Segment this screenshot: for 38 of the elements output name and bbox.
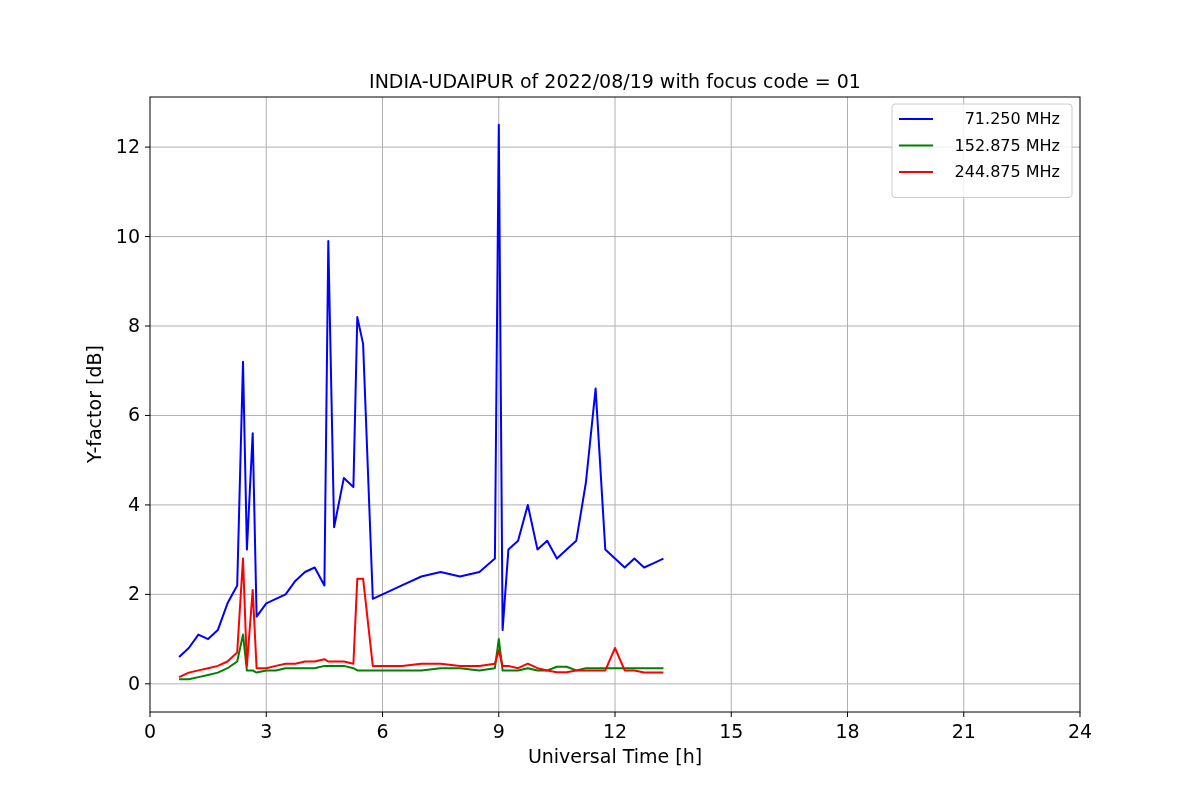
tick-mark (730, 711, 732, 718)
tick-mark (265, 711, 267, 718)
x-axis-label: Universal Time [h] (527, 745, 703, 767)
tick-mark (963, 711, 965, 718)
tick-label: 15 (719, 720, 744, 742)
tick-label: 6 (376, 720, 389, 742)
tick-mark (144, 414, 151, 416)
legend-label: 152.875 MHz (954, 135, 1060, 155)
tick-label: 12 (602, 720, 628, 742)
tick-label: 10 (115, 224, 140, 247)
tick-label: 18 (835, 720, 860, 742)
tick-mark (498, 711, 500, 718)
tick-mark (144, 593, 151, 595)
tick-mark (144, 236, 151, 238)
legend-label: 71.250 MHz (964, 109, 1060, 128)
tick-mark (149, 711, 151, 718)
tick-label: 0 (143, 720, 157, 742)
tick-label: 4 (127, 492, 140, 515)
tick-mark (144, 325, 151, 327)
tick-mark (382, 711, 383, 718)
tick-label: 12 (115, 135, 140, 158)
tick-mark (614, 711, 616, 718)
tick-mark (144, 683, 151, 685)
tick-label: 3 (260, 720, 273, 742)
tick-label: 9 (492, 720, 505, 742)
legend-label: 244.875 MHz (954, 162, 1060, 181)
tick-mark (144, 146, 151, 148)
tick-mark (144, 504, 151, 506)
tick-label: 6 (127, 403, 140, 426)
tick-mark (847, 711, 848, 718)
tick-mark (1079, 711, 1081, 718)
tick-label: 0 (127, 671, 140, 694)
tick-label: 21 (951, 720, 976, 742)
tick-label: 2 (127, 582, 140, 605)
y-axis-label: Y-factor [dB] (83, 345, 105, 463)
tick-label: 24 (1067, 720, 1093, 742)
tick-label: 8 (127, 314, 140, 336)
chart-title: INDIA-UDAIPUR of 2022/08/19 with focus code = 01 (369, 70, 861, 92)
